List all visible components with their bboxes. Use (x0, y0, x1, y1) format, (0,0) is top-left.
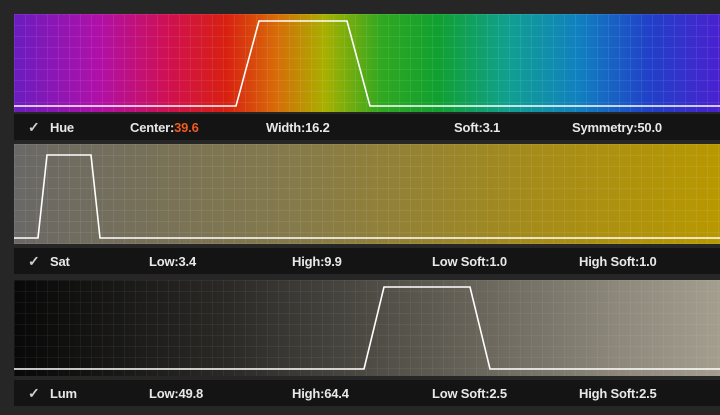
sat-high-soft-label: High Soft: (579, 254, 640, 269)
lum-high-soft[interactable]: High Soft:2.5 (579, 386, 657, 401)
hue-bar: ✓ Hue Center:39.6 Width:16.2 Soft:3.1 Sy… (14, 114, 720, 140)
lum-high-value[interactable]: 64.4 (324, 386, 349, 401)
qualifier-panel: ✓ Hue Center:39.6 Width:16.2 Soft:3.1 Sy… (0, 0, 720, 415)
hue-label: Hue (50, 120, 74, 135)
sat-high-value[interactable]: 9.9 (324, 254, 342, 269)
lum-high-soft-value[interactable]: 2.5 (639, 386, 657, 401)
hue-symmetry[interactable]: Symmetry:50.0 (572, 120, 662, 135)
hue-checkmark-icon[interactable]: ✓ (28, 120, 42, 134)
sat-low-soft-label: Low Soft: (432, 254, 490, 269)
hue-center-value[interactable]: 39.6 (174, 120, 199, 135)
lum-low-value[interactable]: 49.8 (179, 386, 204, 401)
sat-label: Sat (50, 254, 70, 269)
lum-low-soft[interactable]: Low Soft:2.5 (432, 386, 507, 401)
hue-graph[interactable] (14, 14, 720, 112)
sat-low-value[interactable]: 3.4 (179, 254, 197, 269)
hue-center-label: Center: (130, 120, 175, 135)
hue-width[interactable]: Width:16.2 (266, 120, 330, 135)
lum-high[interactable]: High:64.4 (292, 386, 349, 401)
sat-checkmark-icon[interactable]: ✓ (28, 254, 42, 268)
sat-spectrum[interactable] (14, 144, 720, 244)
hue-soft-value[interactable]: 3.1 (483, 120, 501, 135)
hue-soft-label: Soft: (454, 120, 483, 135)
lum-low[interactable]: Low:49.8 (149, 386, 203, 401)
hue-soft[interactable]: Soft:3.1 (454, 120, 500, 135)
lum-graph[interactable] (14, 280, 720, 376)
lum-low-soft-label: Low Soft: (432, 386, 490, 401)
sat-high-label: High: (292, 254, 325, 269)
sat-low[interactable]: Low:3.4 (149, 254, 196, 269)
hue-symmetry-label: Symmetry: (572, 120, 638, 135)
lum-low-label: Low: (149, 386, 179, 401)
hue-width-label: Width: (266, 120, 306, 135)
sat-high[interactable]: High:9.9 (292, 254, 342, 269)
lum-checkmark-icon[interactable]: ✓ (28, 386, 42, 400)
lum-high-label: High: (292, 386, 325, 401)
lum-high-soft-label: High Soft: (579, 386, 640, 401)
sat-high-soft-value[interactable]: 1.0 (639, 254, 657, 269)
hue-symmetry-value[interactable]: 50.0 (637, 120, 662, 135)
sat-graph[interactable] (14, 144, 720, 244)
lum-bar: ✓ Lum Low:49.8 High:64.4 Low Soft:2.5 Hi… (14, 380, 720, 406)
sat-low-label: Low: (149, 254, 179, 269)
lum-spectrum[interactable] (14, 280, 720, 376)
hue-center[interactable]: Center:39.6 (130, 120, 199, 135)
sat-high-soft[interactable]: High Soft:1.0 (579, 254, 657, 269)
lum-low-soft-value[interactable]: 2.5 (489, 386, 507, 401)
sat-low-soft[interactable]: Low Soft:1.0 (432, 254, 507, 269)
sat-low-soft-value[interactable]: 1.0 (489, 254, 507, 269)
hue-spectrum[interactable] (14, 14, 720, 112)
sat-bar: ✓ Sat Low:3.4 High:9.9 Low Soft:1.0 High… (14, 248, 720, 274)
hue-width-value[interactable]: 16.2 (305, 120, 330, 135)
lum-label: Lum (50, 386, 77, 401)
